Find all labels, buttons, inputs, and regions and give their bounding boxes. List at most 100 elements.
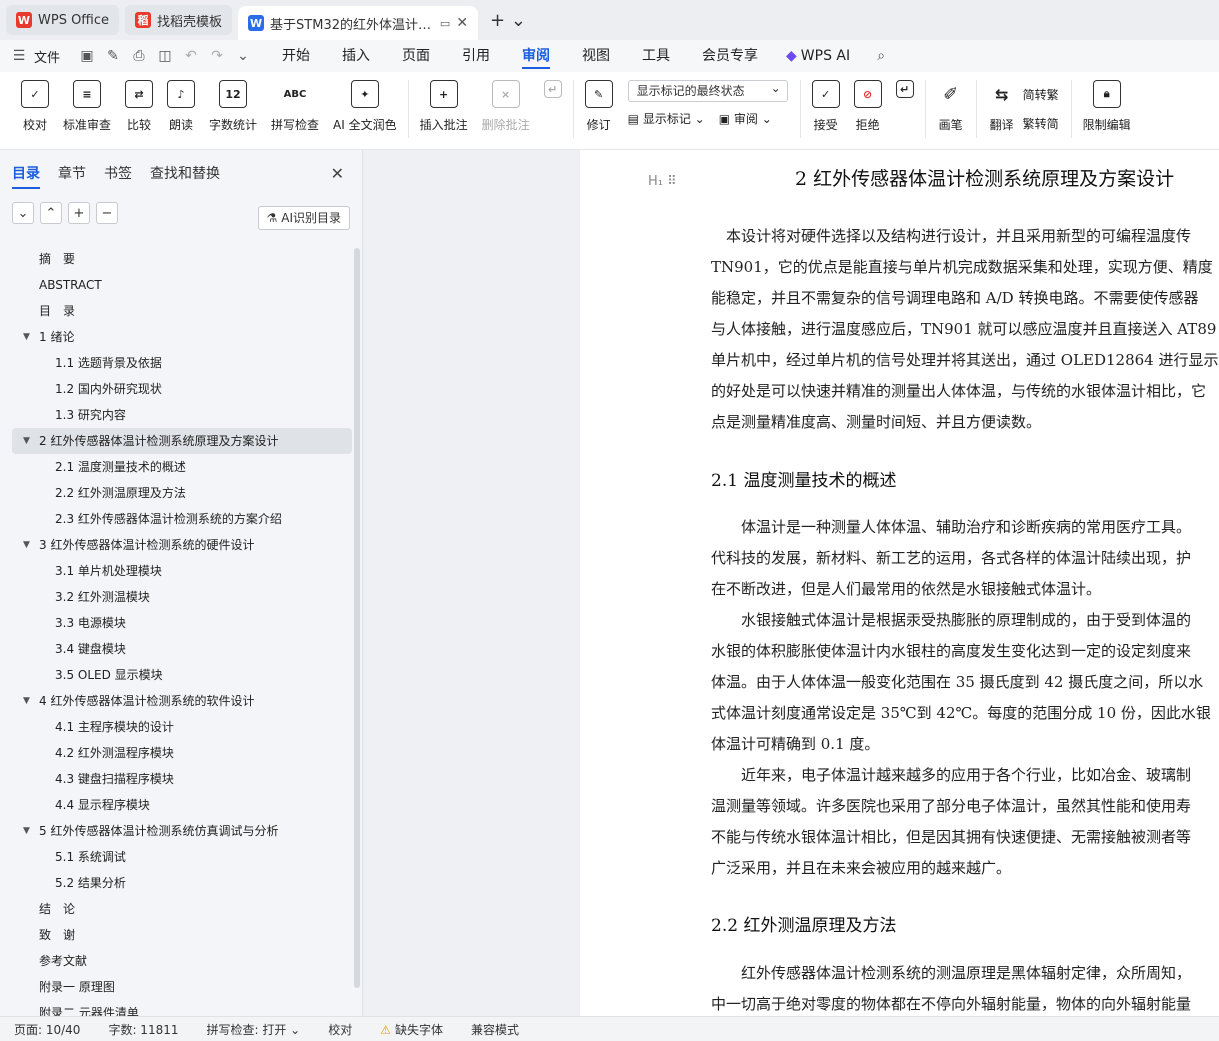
expand-toggle-icon[interactable]: ▼ (23, 324, 30, 350)
toc-item[interactable]: ▼ 3 红外传感器体温计检测系统的硬件设计 (12, 532, 352, 558)
expand-toggle-icon[interactable]: ▼ (23, 818, 30, 844)
hamburger-icon[interactable]: ☰ (8, 48, 30, 64)
toc-item[interactable]: 附录二 元器件清单 (12, 1000, 352, 1016)
toc-item[interactable]: 4.1 主程序模块的设计 (12, 714, 352, 740)
expand-toggle-icon[interactable]: ▼ (23, 532, 30, 558)
tab-0[interactable]: W WPS Office (6, 5, 120, 35)
paint-icon[interactable]: ✎ (102, 48, 124, 64)
tab-2[interactable]: W 基于STM32的红外体温计检测 ▭ ✕ (238, 6, 479, 40)
add-icon[interactable]: + (68, 202, 90, 224)
spell-status[interactable]: 拼写检查: 打开 ⌄ (193, 1021, 315, 1038)
close-icon[interactable]: ✕ (456, 15, 468, 31)
toc-item[interactable]: 1.2 国内外研究现状 (12, 376, 352, 402)
expand-toggle-icon[interactable]: ▼ (23, 428, 30, 454)
collapse-icon[interactable]: ⌄ (12, 202, 34, 224)
menu-5[interactable]: 视图 (566, 40, 626, 72)
print-preview-icon[interactable]: ◫ (154, 48, 176, 64)
markup-select[interactable]: 显示标记的最终状态 (627, 78, 788, 102)
close-icon[interactable]: ✕ (331, 164, 344, 183)
menu-0[interactable]: 开始 (266, 40, 326, 72)
to-simplified-button[interactable]: 繁转简 (1023, 115, 1059, 132)
monitor-icon[interactable]: ▭ (440, 17, 450, 30)
toc-item[interactable]: 2.2 红外测温原理及方法 (12, 480, 352, 506)
proof-status[interactable]: 校对 (314, 1021, 366, 1038)
toc-item[interactable]: 1.3 研究内容 (12, 402, 352, 428)
print-icon[interactable]: ⎙ (128, 48, 150, 64)
toc-item[interactable]: 5.2 结果分析 (12, 870, 352, 896)
accept-button[interactable]: ✓ 接受 (805, 80, 847, 133)
menu-3[interactable]: 引用 (446, 40, 506, 72)
toc-item[interactable]: 目 录 (12, 298, 352, 324)
translate-button[interactable]: ⇆ 翻译 (981, 80, 1023, 133)
word-count[interactable]: 字数: 11811 (94, 1021, 192, 1038)
toc-item[interactable]: 摘 要 (12, 246, 352, 272)
toc-item[interactable]: 致 谢 (12, 922, 352, 948)
nav-tab-0[interactable]: 目录 (12, 163, 40, 189)
toc-item[interactable]: 5.1 系统调试 (12, 844, 352, 870)
new-tab-button[interactable]: + ⌄ (490, 10, 526, 31)
toc-scrollbar[interactable] (354, 248, 360, 988)
expand-icon[interactable]: ⌃ (40, 202, 62, 224)
expand-toggle-icon[interactable]: ▼ (23, 688, 30, 714)
page-indicator[interactable]: 页面: 10/40 (0, 1021, 94, 1038)
menu-2[interactable]: 页面 (386, 40, 446, 72)
toc-item[interactable]: 2.1 温度测量技术的概述 (12, 454, 352, 480)
restrict-edit-button[interactable]: 🔒︎ 限制编辑 (1076, 80, 1138, 133)
toc-item[interactable]: 4.3 键盘扫描程序模块 (12, 766, 352, 792)
toc-item[interactable]: 附录一 原理图 (12, 974, 352, 1000)
document-page[interactable]: H₁ ⠿ 2 红外传感器体温计检测系统原理及方案设计 本设计将对硬件选择以及结构… (580, 150, 1219, 1016)
nav-tab-3[interactable]: 查找和替换 (150, 163, 220, 183)
delete-comment-button[interactable]: × 删除批注 (475, 80, 537, 133)
change-nav-button[interactable]: ↵ (889, 80, 921, 106)
toc-item[interactable]: 4.4 显示程序模块 (12, 792, 352, 818)
toc-item[interactable]: ▼ 5 红外传感器体温计检测系统仿真调试与分析 (12, 818, 352, 844)
nav-tab-1[interactable]: 章节 (58, 163, 86, 183)
brush-button[interactable]: ✐ 画笔 (930, 80, 972, 133)
toc-item[interactable]: 3.1 单片机处理模块 (12, 558, 352, 584)
track-changes-button[interactable]: ✎ 修订 (578, 80, 620, 133)
chevron-down-icon[interactable]: ⌄ (232, 48, 254, 64)
proof-button[interactable]: ✓ 校对 (14, 80, 56, 133)
undo-icon[interactable]: ↶ (180, 48, 202, 64)
wps-ai-menu[interactable]: ◆ WPS AI (774, 48, 862, 64)
toc-item[interactable]: ▼ 2 红外传感器体温计检测系统原理及方案设计 (12, 428, 352, 454)
toc-item[interactable]: 3.5 OLED 显示模块 (12, 662, 352, 688)
redo-icon[interactable]: ↷ (206, 48, 228, 64)
ai-toc-button[interactable]: ⚗ AI识别目录 (257, 206, 350, 230)
show-marks-button[interactable]: ▤ 显示标记 ⌄ (628, 110, 705, 127)
toc-item[interactable]: 2.3 红外传感器体温计检测系统的方案介绍 (12, 506, 352, 532)
search-icon[interactable]: ⌕ (870, 48, 892, 64)
toc-item[interactable]: 参考文献 (12, 948, 352, 974)
nav-tab-2[interactable]: 书签 (104, 163, 132, 183)
toc-item[interactable]: ABSTRACT (12, 272, 352, 298)
toc-item[interactable]: 1.1 选题背景及依据 (12, 350, 352, 376)
file-menu[interactable]: 文件 (34, 47, 60, 66)
toc-item[interactable]: 3.4 键盘模块 (12, 636, 352, 662)
toc-item[interactable]: 3.3 电源模块 (12, 610, 352, 636)
menu-4[interactable]: 审阅 (506, 40, 566, 72)
insert-comment-button[interactable]: + 插入批注 (413, 80, 475, 133)
toc-item[interactable]: ▼ 4 红外传感器体温计检测系统的软件设计 (12, 688, 352, 714)
missing-font-status[interactable]: ⚠ 缺失字体 (366, 1021, 457, 1038)
remove-icon[interactable]: − (96, 202, 118, 224)
menu-1[interactable]: 插入 (326, 40, 386, 72)
toc-item[interactable]: 4.2 红外测温程序模块 (12, 740, 352, 766)
menu-6[interactable]: 工具 (626, 40, 686, 72)
toc-item[interactable]: 结 论 (12, 896, 352, 922)
heading-handle-icon[interactable]: H₁ ⠿ (648, 174, 677, 189)
to-traditional-button[interactable]: 简转繁 (1023, 86, 1059, 103)
comment-nav-button[interactable]: ↵ (537, 80, 569, 106)
review-pane-button[interactable]: ▣ 审阅 ⌄ (719, 110, 772, 127)
toc-item[interactable]: ▼ 1 绪论 (12, 324, 352, 350)
ai-polish-button[interactable]: ✦ AI 全文润色 (326, 80, 404, 133)
toc-item[interactable]: 3.2 红外测温模块 (12, 584, 352, 610)
tab-1[interactable]: 稻找稻壳模板 (125, 5, 233, 35)
read-aloud-button[interactable]: ♪ 朗读 (160, 80, 202, 133)
reject-button[interactable]: ⊘ 拒绝 (847, 80, 889, 133)
menu-7[interactable]: 会员专享 (686, 40, 774, 72)
compare-button[interactable]: ⇄ 比较 (118, 80, 160, 133)
spell-check-button[interactable]: ABC 拼写检查 (264, 80, 326, 133)
word-count-button[interactable]: 12 字数统计 (202, 80, 264, 133)
std-review-button[interactable]: ≡ 标准审查 (56, 80, 118, 133)
save-icon[interactable]: ▣ (76, 48, 98, 64)
